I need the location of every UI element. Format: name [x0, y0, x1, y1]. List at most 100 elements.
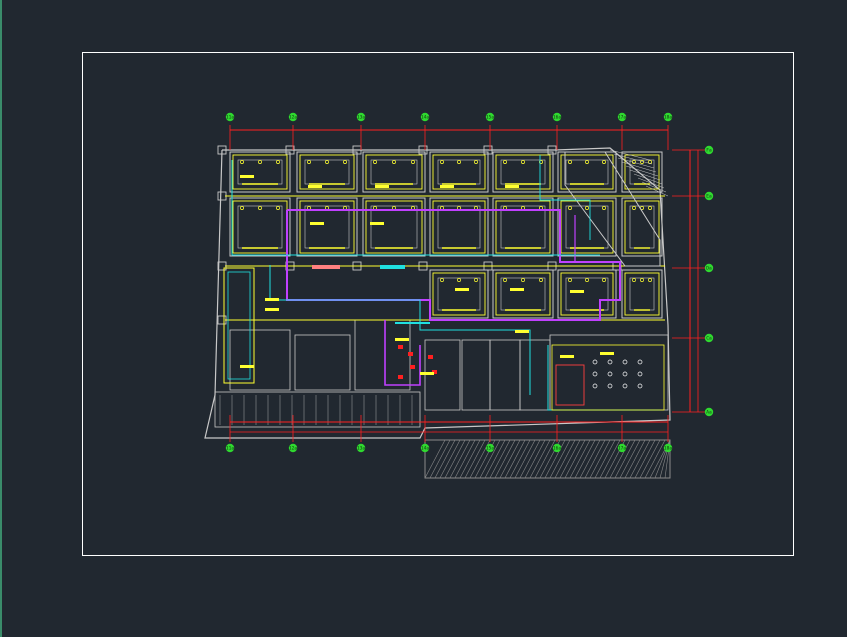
grid-bubble: Aa	[704, 407, 714, 417]
ceiling-module	[492, 197, 554, 257]
fixture-tag	[265, 308, 279, 311]
grid-bubble-label: 17a	[618, 115, 626, 121]
fixture-tag	[560, 355, 574, 358]
grid-bubble: 15a	[485, 112, 494, 122]
ceiling-module	[557, 197, 617, 257]
grid-bubble-label: Da	[706, 266, 712, 272]
grid-bubble-label: 15a	[486, 446, 494, 452]
grid-bubble-label: 11a	[226, 115, 234, 121]
floor-plan-drawing[interactable]: 11a 12a 13a 14a 15a 16a 17a 18a 11a 12a 13a 14a 15a…	[0, 0, 847, 637]
ceiling-module	[296, 151, 358, 193]
grid-bubble-label: 16a	[553, 115, 561, 121]
grid-bubble: 11a	[225, 443, 234, 453]
red-device	[398, 345, 403, 349]
downlight	[637, 359, 643, 365]
fixture-tag	[570, 290, 584, 293]
grid-bubble-label: 13a	[357, 446, 365, 452]
lower-room	[354, 319, 411, 391]
grid-bubble-label: 15a	[486, 115, 494, 121]
red-device	[410, 365, 415, 369]
fixture-tag	[515, 330, 529, 333]
ceiling-module	[492, 151, 554, 193]
lower-room	[294, 334, 351, 391]
fixture-tag	[265, 298, 279, 301]
fixture-tag	[310, 222, 324, 225]
downlight	[592, 371, 598, 377]
lower-room	[489, 339, 521, 411]
fixture-tag	[510, 288, 524, 291]
dimension-lines	[229, 125, 705, 442]
grid-bubble: 18a	[663, 443, 672, 453]
grid-bubble-label: 11a	[226, 446, 234, 452]
ceiling-module	[429, 269, 489, 319]
fixture-tag	[240, 365, 254, 368]
grid-bubble-label: 18a	[664, 115, 672, 121]
grid-bubble-label: Fa	[706, 148, 712, 154]
grid-bubble: 13a	[356, 443, 365, 453]
grid-bubble-label: 12a	[289, 446, 297, 452]
downlight	[607, 359, 613, 365]
grid-bubble-label: 13a	[357, 115, 365, 121]
ceiling-module	[557, 151, 617, 193]
grid-bubble-label: 14a	[421, 115, 429, 121]
grid-bubble: 17a	[617, 443, 626, 453]
grid-bubble-label: 12a	[289, 115, 297, 121]
fixture-tag	[395, 338, 409, 341]
grid-bubble: 13a	[356, 112, 365, 122]
conduit-routes	[231, 155, 660, 411]
downlight	[592, 359, 598, 365]
lower-room	[229, 329, 291, 391]
grid-bubble: Da	[704, 263, 714, 273]
downlight	[592, 383, 598, 389]
ceiling-module	[621, 269, 663, 319]
fixture-tag	[440, 185, 454, 188]
ceiling-module	[557, 269, 617, 319]
ceiling-module	[362, 151, 426, 193]
grid-bubble: 14a	[420, 443, 429, 453]
ceiling-module	[492, 269, 554, 319]
grid-bubble: 18a	[663, 112, 672, 122]
grid-bubble: 16a	[552, 443, 561, 453]
cad-viewport[interactable]: 11a 12a 13a 14a 15a 16a 17a 18a 11a 12a 13a 14a 15a…	[0, 0, 847, 637]
cable-tray-routes	[286, 209, 621, 386]
fixture-tag	[420, 372, 434, 375]
column	[217, 191, 227, 201]
grid-bubble-label: Ea	[706, 194, 712, 200]
red-device	[408, 352, 413, 356]
ceiling-module	[296, 197, 358, 257]
hatched-strip	[424, 439, 671, 479]
grid-bubble: 16a	[552, 112, 561, 122]
downlight	[607, 371, 613, 377]
downlight	[622, 371, 628, 377]
grid-bubble-label: 17a	[618, 446, 626, 452]
fixture-tag	[375, 185, 389, 188]
grid-bubble-label: 16a	[553, 446, 561, 452]
grid-bubble: 12a	[288, 443, 297, 453]
lower-room	[519, 339, 551, 411]
ceiling-module	[229, 197, 291, 257]
grid-bubble: 12a	[288, 112, 297, 122]
fixture-tag	[505, 185, 519, 188]
grid-bubble-label: 18a	[664, 446, 672, 452]
grid-bubble: 11a	[225, 112, 234, 122]
fixture-tag	[308, 185, 322, 188]
red-device	[398, 375, 403, 379]
grid-bubble: Fa	[704, 145, 714, 155]
fixture-tag	[240, 175, 254, 178]
downlight	[607, 383, 613, 389]
grid-bubble-label: 14a	[421, 446, 429, 452]
fixture-tag	[600, 352, 614, 355]
fixture-tag	[370, 222, 384, 225]
grid-bubble: 14a	[420, 112, 429, 122]
column	[217, 315, 227, 325]
downlight	[622, 359, 628, 365]
ceiling-module	[429, 151, 489, 193]
room-modules	[223, 149, 669, 384]
downlight	[622, 383, 628, 389]
grid-bubble-label: Ca	[706, 336, 712, 342]
ceiling-module	[229, 151, 291, 193]
grid-bubble: Ca	[704, 333, 714, 343]
downlight	[637, 371, 643, 377]
grid-bubble: Ea	[704, 191, 714, 201]
downlight	[637, 383, 643, 389]
